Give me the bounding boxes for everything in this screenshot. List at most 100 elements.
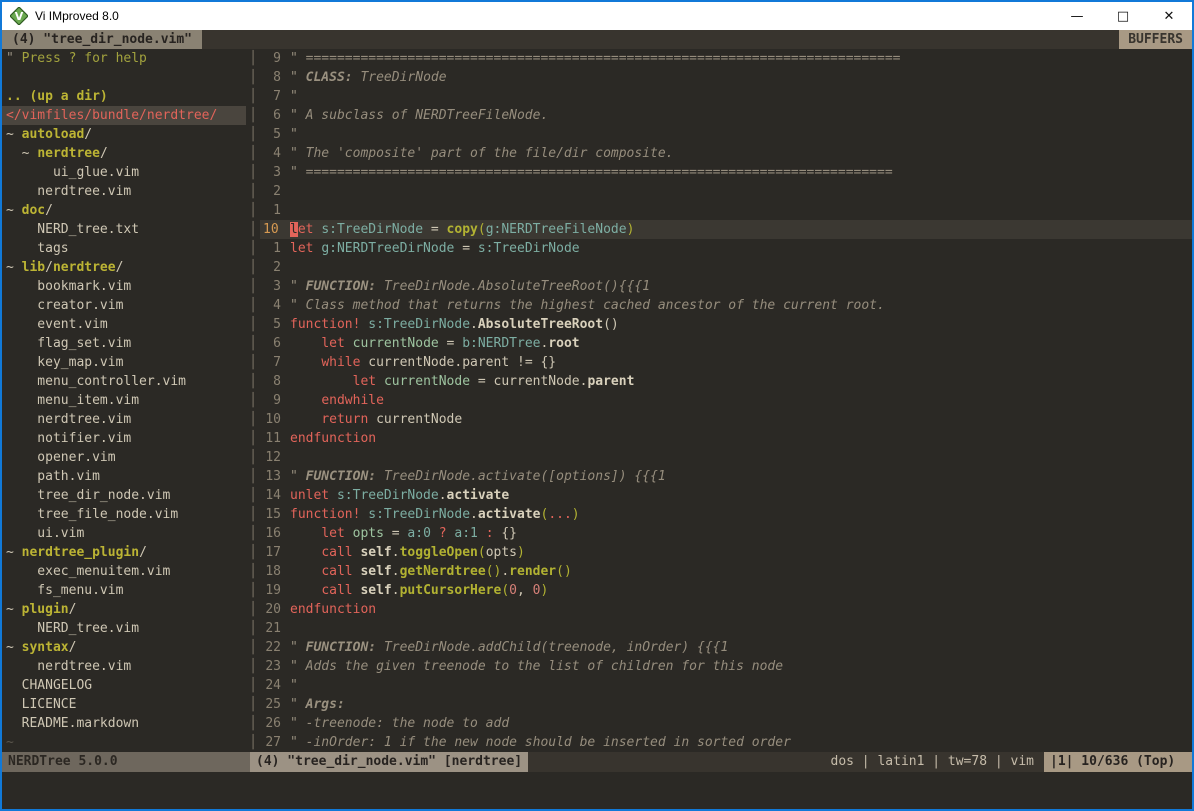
code-line[interactable]: 9" =====================================…: [260, 49, 1192, 68]
code-line[interactable]: 10 return currentNode: [260, 410, 1192, 429]
code-token: currentNode: [376, 412, 462, 427]
code-line[interactable]: 3" =====================================…: [260, 163, 1192, 182]
code-line[interactable]: 1let g:NERDTreeDirNode = s:TreeDirNode: [260, 239, 1192, 258]
tree-item[interactable]: tree_dir_node.vim: [6, 486, 246, 505]
tree-item[interactable]: " Press ? for help: [6, 49, 246, 68]
code-line[interactable]: 9 endwhile: [260, 391, 1192, 410]
tree-item[interactable]: nerdtree.vim: [6, 657, 246, 676]
tree-item[interactable]: menu_controller.vim: [6, 372, 246, 391]
code-line[interactable]: 7 while currentNode.parent != {}: [260, 353, 1192, 372]
tree-item[interactable]: ui_glue.vim: [6, 163, 246, 182]
code-line[interactable]: 3" FUNCTION: TreeDirNode.AbsoluteTreeRoo…: [260, 277, 1192, 296]
maximize-button[interactable]: □: [1100, 2, 1146, 30]
code-token: nerdtree.vim: [6, 659, 131, 674]
code-line[interactable]: 5": [260, 125, 1192, 144]
code-line[interactable]: 8 let currentNode = currentNode.parent: [260, 372, 1192, 391]
code-line[interactable]: 11endfunction: [260, 429, 1192, 448]
code-token: {}: [501, 526, 517, 541]
tree-item[interactable]: ~ syntax/: [6, 638, 246, 657]
code-line[interactable]: 22" FUNCTION: TreeDirNode.addChild(treen…: [260, 638, 1192, 657]
code-line[interactable]: 26" -treenode: the node to add: [260, 714, 1192, 733]
tree-item[interactable]: tags: [6, 239, 246, 258]
code-line[interactable]: 7": [260, 87, 1192, 106]
tree-item[interactable]: .. (up a dir): [6, 87, 246, 106]
tree-item[interactable]: exec_menuitem.vim: [6, 562, 246, 581]
code-text: endfunction: [290, 600, 1192, 619]
minimize-button[interactable]: —: [1054, 2, 1100, 30]
code-line[interactable]: 18 call self.getNerdtree().render(): [260, 562, 1192, 581]
code-token: !: [353, 507, 369, 522]
code-line[interactable]: 24": [260, 676, 1192, 695]
code-token: TreeDirNode.activate([options]) {{{1: [384, 469, 666, 484]
code-token: nerdtree.vim: [6, 412, 131, 427]
tree-item[interactable]: ~ autoload/: [6, 125, 246, 144]
tree-item[interactable]: LICENCE: [6, 695, 246, 714]
tree-item[interactable]: tree_file_node.vim: [6, 505, 246, 524]
code-token: opts: [486, 545, 517, 560]
code-token: [290, 355, 321, 370]
code-token: ~: [6, 735, 14, 750]
code-line[interactable]: 15function! s:TreeDirNode.activate(...): [260, 505, 1192, 524]
code-token: s:TreeDirNode: [478, 241, 580, 256]
code-line[interactable]: 12: [260, 448, 1192, 467]
tree-item[interactable]: ~ nerdtree_plugin/: [6, 543, 246, 562]
code-token: ui.vim: [6, 526, 84, 541]
tree-item[interactable]: bookmark.vim: [6, 277, 246, 296]
tree-item-selected[interactable]: </vimfiles/bundle/nerdtree/: [2, 106, 246, 125]
code-line[interactable]: 21: [260, 619, 1192, 638]
code-line[interactable]: 4" Class method that returns the highest…: [260, 296, 1192, 315]
tree-item[interactable]: path.vim: [6, 467, 246, 486]
code-token: LICENCE: [6, 697, 76, 712]
code-line[interactable]: 2: [260, 258, 1192, 277]
code-line[interactable]: 5function! s:TreeDirNode.AbsoluteTreeRoo…: [260, 315, 1192, 334]
code-line-cursor[interactable]: 10let s:TreeDirNode = copy(g:NERDTreeFil…: [260, 220, 1192, 239]
code-line[interactable]: 23" Adds the given treenode to the list …: [260, 657, 1192, 676]
tree-item[interactable]: README.markdown: [6, 714, 246, 733]
code-line[interactable]: 25" Args:: [260, 695, 1192, 714]
tab-tree-dir-node[interactable]: (4) "tree_dir_node.vim": [2, 30, 202, 49]
code-line[interactable]: 4" The 'composite' part of the file/dir …: [260, 144, 1192, 163]
code-text: " Class method that returns the highest …: [290, 296, 1192, 315]
tree-item[interactable]: key_map.vim: [6, 353, 246, 372]
tree-item[interactable]: ui.vim: [6, 524, 246, 543]
tree-item[interactable]: flag_set.vim: [6, 334, 246, 353]
code-token: nerdtree: [37, 146, 100, 161]
tree-item[interactable]: nerdtree.vim: [6, 410, 246, 429]
code-line[interactable]: 17 call self.toggleOpen(opts): [260, 543, 1192, 562]
code-token: currentNode.: [494, 374, 588, 389]
code-line[interactable]: 6" A subclass of NERDTreeFileNode.: [260, 106, 1192, 125]
code-line[interactable]: 20endfunction: [260, 600, 1192, 619]
close-button[interactable]: ✕: [1146, 2, 1192, 30]
tree-item[interactable]: menu_item.vim: [6, 391, 246, 410]
code-line[interactable]: 6 let currentNode = b:NERDTree.root: [260, 334, 1192, 353]
line-number: 23: [260, 657, 290, 676]
tree-item[interactable]: NERD_tree.txt: [6, 220, 246, 239]
code-token: while: [321, 355, 368, 370]
tree-item[interactable]: fs_menu.vim: [6, 581, 246, 600]
code-line[interactable]: 2: [260, 182, 1192, 201]
code-line[interactable]: 27" -inOrder: 1 if the new node should b…: [260, 733, 1192, 752]
command-line[interactable]: [2, 772, 1192, 809]
code-line[interactable]: 8" CLASS: TreeDirNode: [260, 68, 1192, 87]
tree-item[interactable]: opener.vim: [6, 448, 246, 467]
tree-item[interactable]: creator.vim: [6, 296, 246, 315]
code-token: 0: [509, 583, 517, 598]
code-line[interactable]: 19 call self.putCursorHere(0, 0): [260, 581, 1192, 600]
code-line[interactable]: 13" FUNCTION: TreeDirNode.activate([opti…: [260, 467, 1192, 486]
tree-item[interactable]: notifier.vim: [6, 429, 246, 448]
tree-item[interactable]: ~ plugin/: [6, 600, 246, 619]
tree-item[interactable]: ~ lib/nerdtree/: [6, 258, 246, 277]
code-line[interactable]: 1: [260, 201, 1192, 220]
tree-item[interactable]: event.vim: [6, 315, 246, 334]
tree-item[interactable]: ~: [6, 733, 246, 752]
tree-item[interactable]: ~ doc/: [6, 201, 246, 220]
code-line[interactable]: 14unlet s:TreeDirNode.activate: [260, 486, 1192, 505]
window-split-separator[interactable]: │││││││││││││││││││││││││││││││││││││: [246, 49, 260, 752]
tree-item[interactable]: nerdtree.vim: [6, 182, 246, 201]
tree-item[interactable]: CHANGELOG: [6, 676, 246, 695]
tree-item[interactable]: [6, 68, 246, 87]
tree-item[interactable]: ~ nerdtree/: [6, 144, 246, 163]
tree-item[interactable]: NERD_tree.vim: [6, 619, 246, 638]
split-bar-glyph: │: [246, 524, 260, 543]
code-line[interactable]: 16 let opts = a:0 ? a:1 : {}: [260, 524, 1192, 543]
